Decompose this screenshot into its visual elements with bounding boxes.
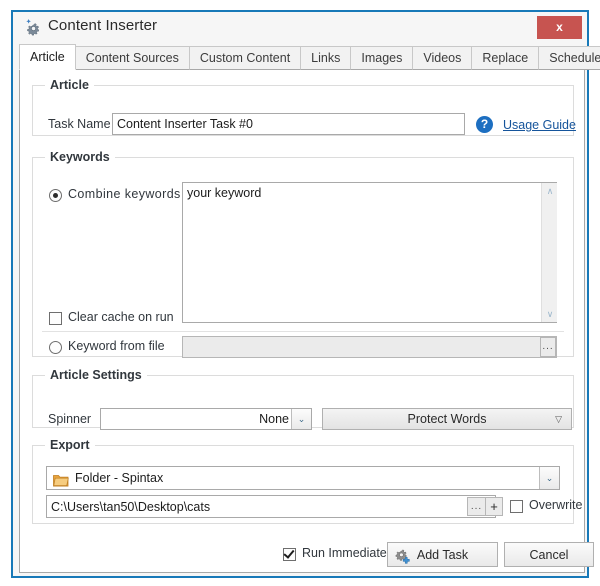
task-name-input[interactable] (112, 113, 465, 135)
keyword-file-browse-button[interactable]: ... (540, 337, 556, 357)
tab-links[interactable]: Links (300, 46, 352, 70)
gear-sparkle-icon (25, 18, 43, 36)
spinner-label: Spinner (48, 412, 92, 426)
run-immediately-label: Run Immediately (302, 546, 396, 560)
keyword-file-input[interactable] (182, 336, 557, 358)
window-title: Content Inserter (48, 17, 158, 34)
close-icon[interactable]: x (537, 16, 582, 39)
tab-article[interactable]: Article (19, 44, 76, 70)
tab-strip: Article Content Sources Custom Content L… (19, 44, 600, 70)
export-path-browse-button[interactable]: ... (467, 497, 485, 516)
protect-words-label: Protect Words (407, 412, 487, 426)
article-group-label: Article (45, 78, 94, 92)
tab-videos[interactable]: Videos (412, 46, 473, 70)
chevron-down-icon[interactable]: ⌄ (291, 409, 311, 429)
overwrite-checkbox[interactable] (510, 500, 523, 513)
clear-cache-label: Clear cache on run (68, 310, 174, 324)
title-bar: Content Inserter x (13, 12, 587, 44)
export-path-add-button[interactable]: + (485, 497, 503, 516)
export-path-input[interactable] (46, 495, 496, 518)
article-settings-group-label: Article Settings (45, 368, 147, 382)
spinner-dropdown[interactable]: None ⌄ (100, 408, 312, 430)
tab-images[interactable]: Images (350, 46, 414, 70)
combine-keywords-radio[interactable] (49, 189, 62, 202)
tab-replace[interactable]: Replace (471, 46, 540, 70)
export-format-dropdown[interactable]: Folder - Spintax ⌄ (46, 466, 560, 490)
keywords-scrollbar[interactable]: ∧ ∨ (541, 183, 557, 322)
keywords-textarea[interactable]: your keyword (182, 182, 557, 323)
scroll-down-icon[interactable]: ∨ (542, 306, 558, 322)
keywords-group-label: Keywords (45, 150, 115, 164)
tab-schedule[interactable]: Schedule (538, 46, 600, 70)
export-group-label: Export (45, 438, 95, 452)
tab-custom-content[interactable]: Custom Content (188, 46, 302, 70)
run-immediately-checkbox[interactable] (283, 548, 296, 561)
keyword-from-file-label: Keyword from file (68, 339, 165, 353)
keyword-from-file-radio[interactable] (49, 341, 62, 354)
question-mark-icon[interactable]: ? (476, 116, 493, 133)
usage-guide-link[interactable]: Usage Guide (503, 118, 576, 132)
scroll-up-icon[interactable]: ∧ (542, 183, 558, 199)
article-tab-panel: Article Task Name ? Usage Guide Keywords… (19, 69, 594, 573)
keywords-divider (42, 331, 564, 332)
footer-bar: Run Immediately Add Task Cancel (20, 534, 594, 572)
tab-content-sources[interactable]: Content Sources (74, 46, 190, 70)
task-name-label: Task Name (48, 117, 111, 131)
content-inserter-window: Content Inserter x Article Content Sourc… (11, 10, 600, 578)
export-format-value: Folder - Spintax (75, 471, 164, 485)
add-task-label: Add Task (416, 548, 469, 562)
folder-icon (53, 471, 69, 495)
cancel-button[interactable]: Cancel (504, 542, 594, 567)
add-task-button[interactable]: Add Task (387, 542, 498, 567)
overwrite-label: Overwrite (529, 498, 583, 512)
protect-words-chevron-down-icon[interactable]: ▽ (555, 409, 562, 429)
protect-words-button[interactable]: Protect Words ▽ (322, 408, 572, 430)
export-format-chevron-down-icon[interactable]: ⌄ (539, 467, 559, 489)
cancel-label: Cancel (529, 548, 569, 562)
gear-plus-icon (394, 547, 411, 572)
spinner-value: None (259, 412, 289, 426)
clear-cache-checkbox[interactable] (49, 312, 62, 325)
combine-keywords-label: Combine keywords (68, 187, 181, 201)
